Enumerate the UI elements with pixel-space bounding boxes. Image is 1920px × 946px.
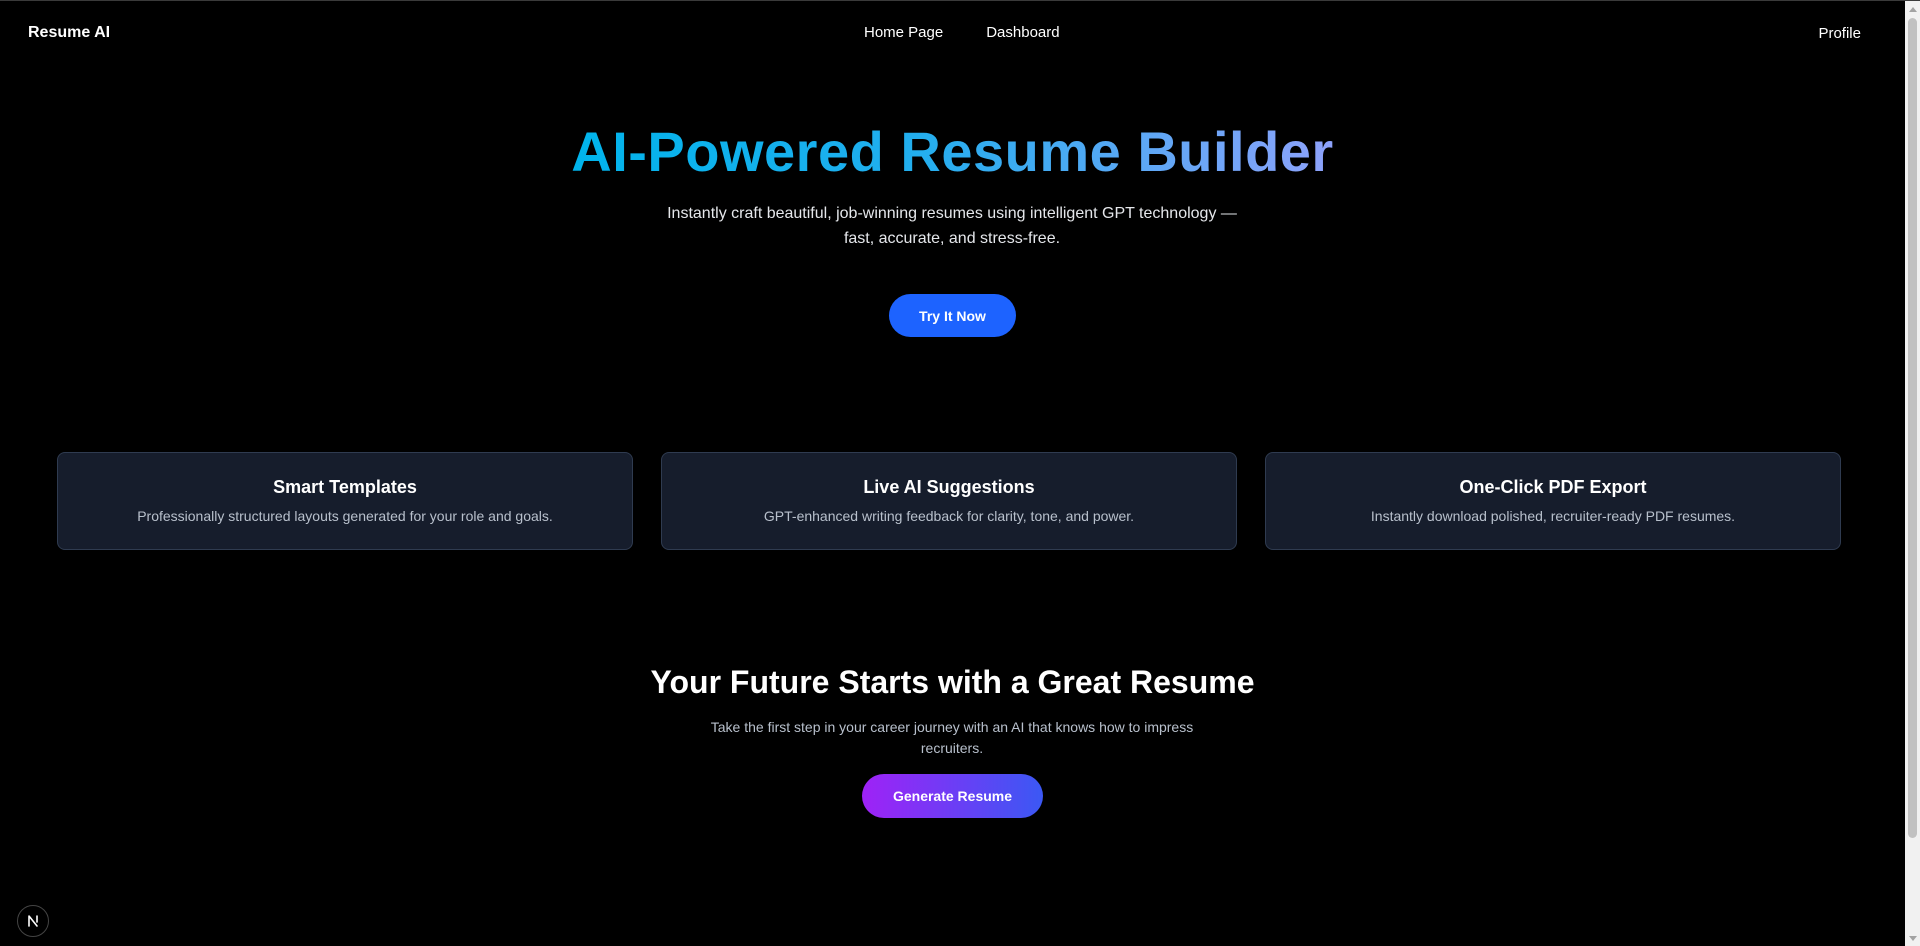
try-it-now-button[interactable]: Try It Now <box>889 294 1016 337</box>
scroll-down-arrow-icon[interactable] <box>1909 936 1917 941</box>
feature-card-title: Smart Templates <box>273 477 417 497</box>
cta-subtitle: Take the first step in your career journ… <box>710 719 1194 756</box>
feature-card-title: Live AI Suggestions <box>863 477 1035 497</box>
hero-title-text: AI-Powered Resume Builder <box>571 120 1334 183</box>
scrollbar-thumb[interactable] <box>1908 18 1917 838</box>
generate-resume-button[interactable]: Generate Resume <box>862 774 1043 818</box>
feature-card-pdf-export: One-Click PDF Export Instantly download … <box>1265 452 1841 550</box>
feature-card-description: GPT-enhanced writing feedback for clarit… <box>763 508 1135 524</box>
features-section: Smart Templates Professionally structure… <box>57 452 1841 550</box>
vertical-scrollbar[interactable] <box>1905 1 1920 946</box>
feature-card-smart-templates: Smart Templates Professionally structure… <box>57 452 633 550</box>
feature-card-title: One-Click PDF Export <box>1459 477 1647 497</box>
feature-card-description: Professionally structured layouts genera… <box>137 508 553 524</box>
nav-link-dashboard[interactable]: Dashboard <box>986 24 1059 41</box>
feature-card-live-ai-suggestions: Live AI Suggestions GPT-enhanced writing… <box>661 452 1237 550</box>
hero-title: AI-Powered Resume Builder <box>0 119 1905 185</box>
nextjs-n-glyph <box>28 915 38 927</box>
nextjs-logo-icon[interactable] <box>17 905 49 937</box>
nav-link-profile[interactable]: Profile <box>1818 25 1861 42</box>
hero-subtitle: Instantly craft beautiful, job-winning r… <box>667 205 1237 247</box>
page: Resume AI Home Page Dashboard Profile AI… <box>0 0 1920 946</box>
feature-card-description: Instantly download polished, recruiter-r… <box>1370 508 1736 524</box>
nav-link-home[interactable]: Home Page <box>864 24 943 41</box>
cta-title: Your Future Starts with a Great Resume <box>650 664 1255 700</box>
nav-links: Home Page Dashboard <box>864 24 1060 41</box>
scroll-up-arrow-icon[interactable] <box>1909 7 1917 12</box>
navbar: Resume AI Home Page Dashboard Profile <box>0 1 1905 65</box>
brand-logo[interactable]: Resume AI <box>28 24 110 42</box>
